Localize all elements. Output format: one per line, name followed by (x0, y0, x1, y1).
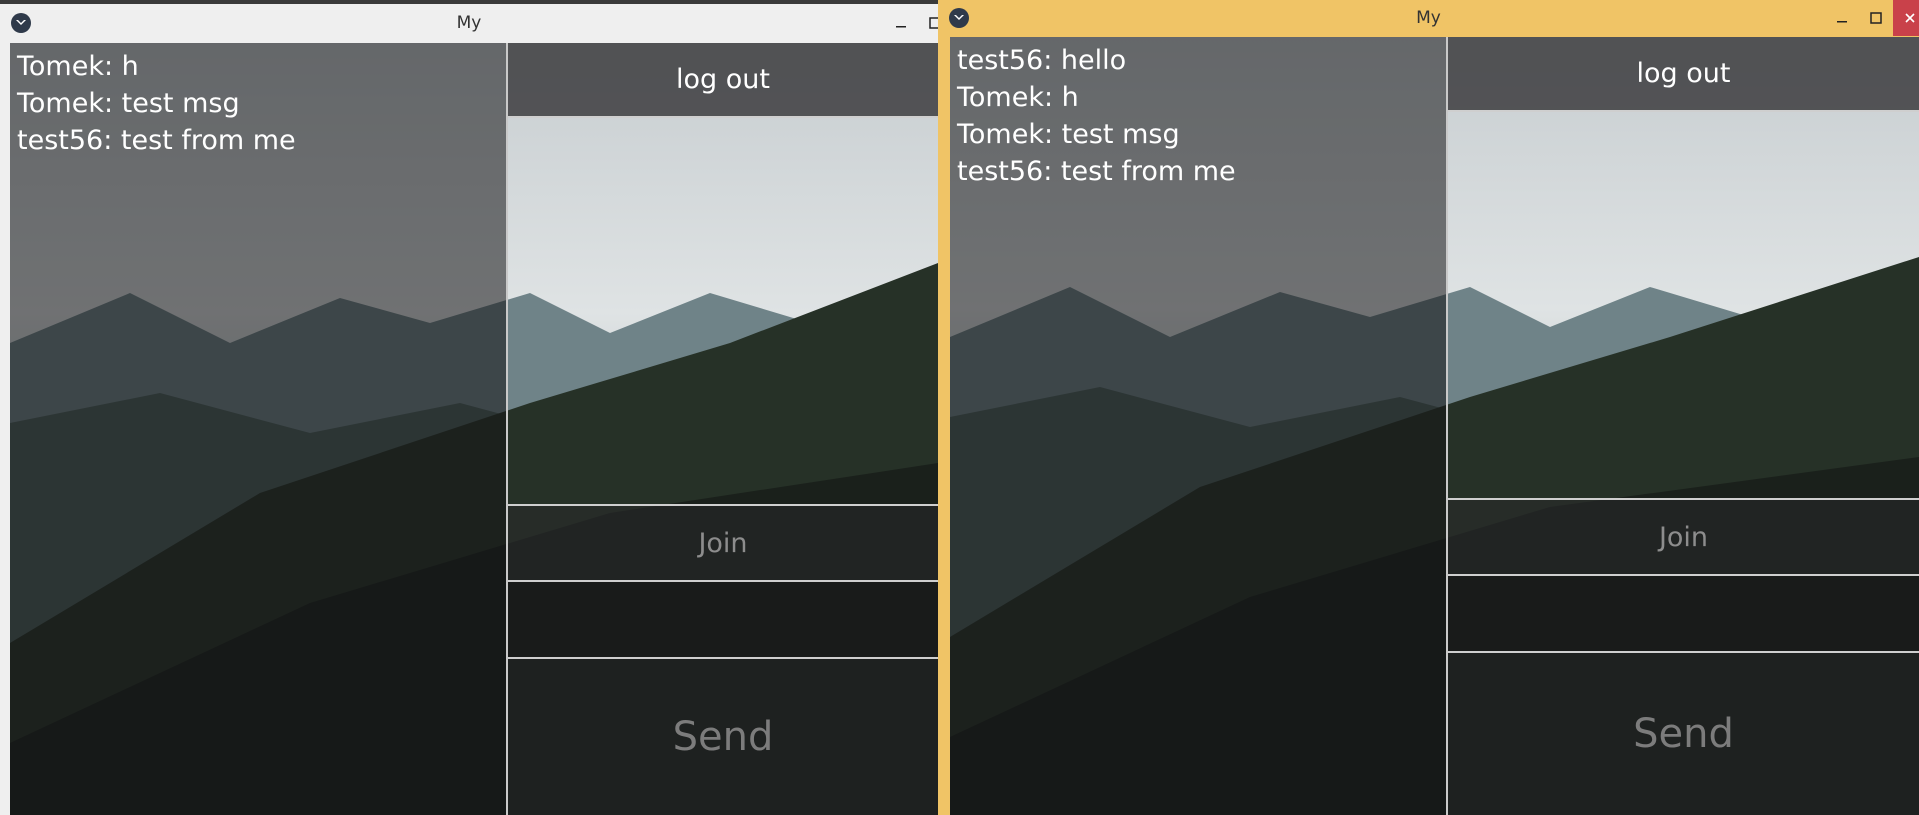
window-title: My (1416, 8, 1441, 28)
chat-window-test56: My test56: hello Tomek: h Tomek: test ms… (938, 0, 1919, 815)
app-content: Tomek: h Tomek: test msg test56: test fr… (10, 43, 938, 815)
chat-history: Tomek: h Tomek: test msg test56: test fr… (10, 43, 508, 815)
send-button[interactable]: Send (1448, 653, 1919, 815)
chat-message: test56: test from me (957, 156, 1236, 187)
join-button[interactable]: Join (1448, 498, 1919, 576)
chat-messages: test56: hello Tomek: h Tomek: test msg t… (957, 42, 1236, 190)
app-content: test56: hello Tomek: h Tomek: test msg t… (950, 37, 1919, 815)
logout-button[interactable]: log out (508, 43, 938, 118)
close-icon[interactable] (1893, 0, 1919, 36)
send-button[interactable]: Send (508, 659, 938, 815)
message-input[interactable] (1448, 576, 1919, 653)
chat-message: Tomek: h (17, 51, 139, 82)
maximize-icon[interactable] (918, 4, 938, 42)
chat-message: test56: hello (957, 45, 1127, 76)
maximize-icon[interactable] (1859, 0, 1893, 36)
kivy-logo-icon[interactable] (11, 13, 31, 33)
title-bar[interactable]: My (938, 0, 1919, 36)
message-input[interactable] (508, 582, 938, 659)
side-panel: log out Join Send (508, 43, 938, 815)
chat-history: test56: hello Tomek: h Tomek: test msg t… (950, 37, 1448, 815)
kivy-logo-icon[interactable] (949, 8, 969, 28)
background-view (508, 118, 938, 504)
chat-message: Tomek: test msg (17, 88, 240, 119)
chat-message: Tomek: test msg (957, 119, 1180, 150)
background-view (1448, 112, 1919, 498)
chat-messages: Tomek: h Tomek: test msg test56: test fr… (17, 48, 296, 159)
window-title: My (456, 13, 482, 33)
chat-message: Tomek: h (957, 82, 1079, 113)
title-bar[interactable]: My (0, 4, 938, 42)
chat-message: test56: test from me (17, 125, 296, 156)
logout-button[interactable]: log out (1448, 37, 1919, 112)
side-panel: log out Join Send (1448, 37, 1919, 815)
minimize-icon[interactable] (884, 4, 918, 42)
minimize-icon[interactable] (1825, 0, 1859, 36)
join-button[interactable]: Join (508, 504, 938, 582)
chat-window-tomek: My Tomek: h Tomek: test msg test56: test… (0, 4, 938, 815)
desktop: My Tomek: h Tomek: test msg test56: test… (0, 0, 1919, 815)
